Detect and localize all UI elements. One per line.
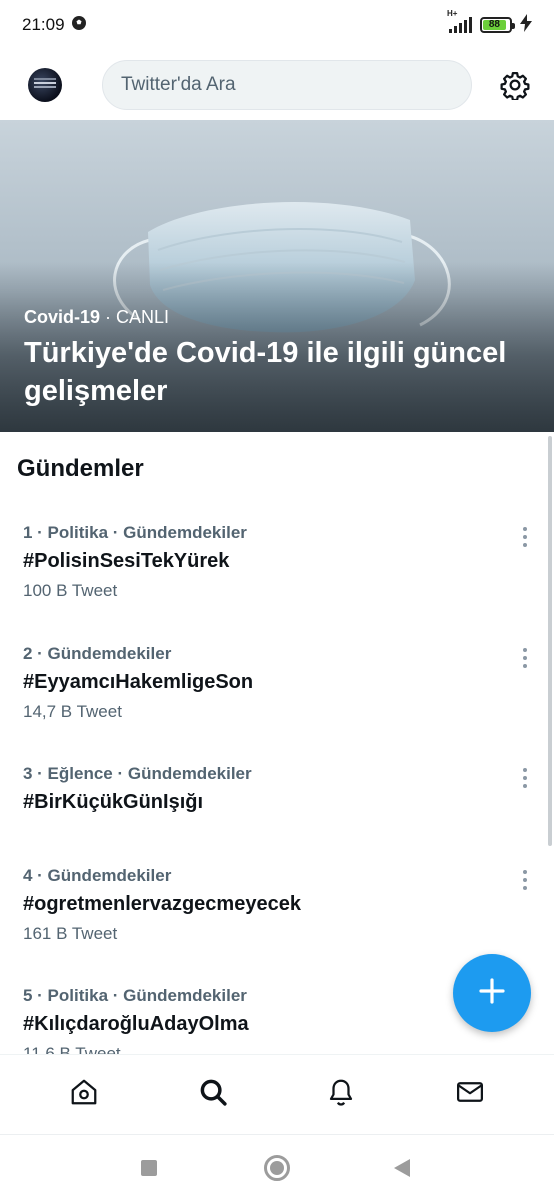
hero-status: CANLI — [116, 307, 170, 327]
more-options-icon[interactable] — [519, 527, 531, 547]
search-input[interactable]: Twitter'da Ara — [102, 60, 472, 110]
search-placeholder: Twitter'da Ara — [121, 74, 236, 95]
trend-meta: 1 · Politika · Gündemdekiler — [23, 523, 247, 542]
hero-separator: · — [100, 307, 117, 327]
nav-home-button[interactable] — [59, 1070, 109, 1120]
bottom-nav — [0, 1054, 554, 1134]
network-type: H+ — [447, 9, 458, 18]
bell-icon — [326, 1077, 356, 1112]
trend-tweet-count: 14,7 B Tweet — [23, 702, 122, 721]
section-title: Gündemler — [17, 455, 144, 482]
system-navigation-bar — [0, 1134, 554, 1200]
trend-hashtag: #PolisinSesiTekYürek — [23, 550, 230, 572]
more-options-icon[interactable] — [519, 768, 531, 788]
scrollbar[interactable] — [548, 436, 552, 846]
status-time: 21:09 — [22, 15, 65, 34]
nav-messages-button[interactable] — [445, 1070, 495, 1120]
trend-hashtag: #ogretmenlervazgecmeyecek — [23, 893, 301, 915]
avatar[interactable] — [28, 68, 62, 102]
trend-meta: 2 · Gündemdekiler — [23, 644, 172, 663]
nav-notifications-button[interactable] — [316, 1070, 366, 1120]
top-bar: Twitter'da Ara — [0, 50, 554, 120]
compose-tweet-button[interactable] — [453, 954, 531, 1032]
charging-icon — [520, 13, 532, 37]
nav-search-button[interactable] — [188, 1070, 238, 1120]
plus-icon — [477, 976, 507, 1011]
trend-hashtag: #EyyamcıHakemligeSon — [23, 671, 254, 693]
soccer-ball-icon — [71, 15, 87, 36]
search-icon — [198, 1077, 228, 1112]
signal-icon: H+ — [447, 9, 472, 33]
home-circle-icon[interactable] — [264, 1155, 290, 1181]
hero-title[interactable]: Türkiye'de Covid-19 ile ilgili güncel ge… — [24, 334, 539, 410]
trend-tweet-count: 100 B Tweet — [23, 581, 118, 600]
status-bar: 21:09 H+ 88 — [0, 0, 554, 50]
hero-topic: Covid-19 — [24, 307, 101, 327]
gear-icon[interactable] — [498, 68, 532, 102]
trend-tweet-count: 161 B Tweet — [23, 924, 118, 943]
battery-icon: 88 — [480, 17, 515, 33]
home-icon — [69, 1077, 99, 1112]
trend-meta: 5 · Politika · Gündemdekiler — [23, 986, 247, 1005]
hero-meta: Covid-19 · CANLI — [24, 307, 169, 328]
recent-apps-icon[interactable] — [141, 1160, 157, 1176]
trend-meta: 3 · Eğlence · Gündemdekiler — [23, 764, 252, 783]
more-options-icon[interactable] — [519, 870, 531, 890]
trend-hashtag: #BirKüçükGünIşığı — [23, 791, 204, 813]
mail-icon — [455, 1077, 485, 1112]
trend-hashtag: #KılıçdaroğluAdayOlma — [23, 1013, 249, 1035]
battery-level: 88 — [483, 20, 506, 30]
back-icon[interactable] — [394, 1159, 410, 1177]
trend-meta: 4 · Gündemdekiler — [23, 866, 172, 885]
more-options-icon[interactable] — [519, 648, 531, 668]
